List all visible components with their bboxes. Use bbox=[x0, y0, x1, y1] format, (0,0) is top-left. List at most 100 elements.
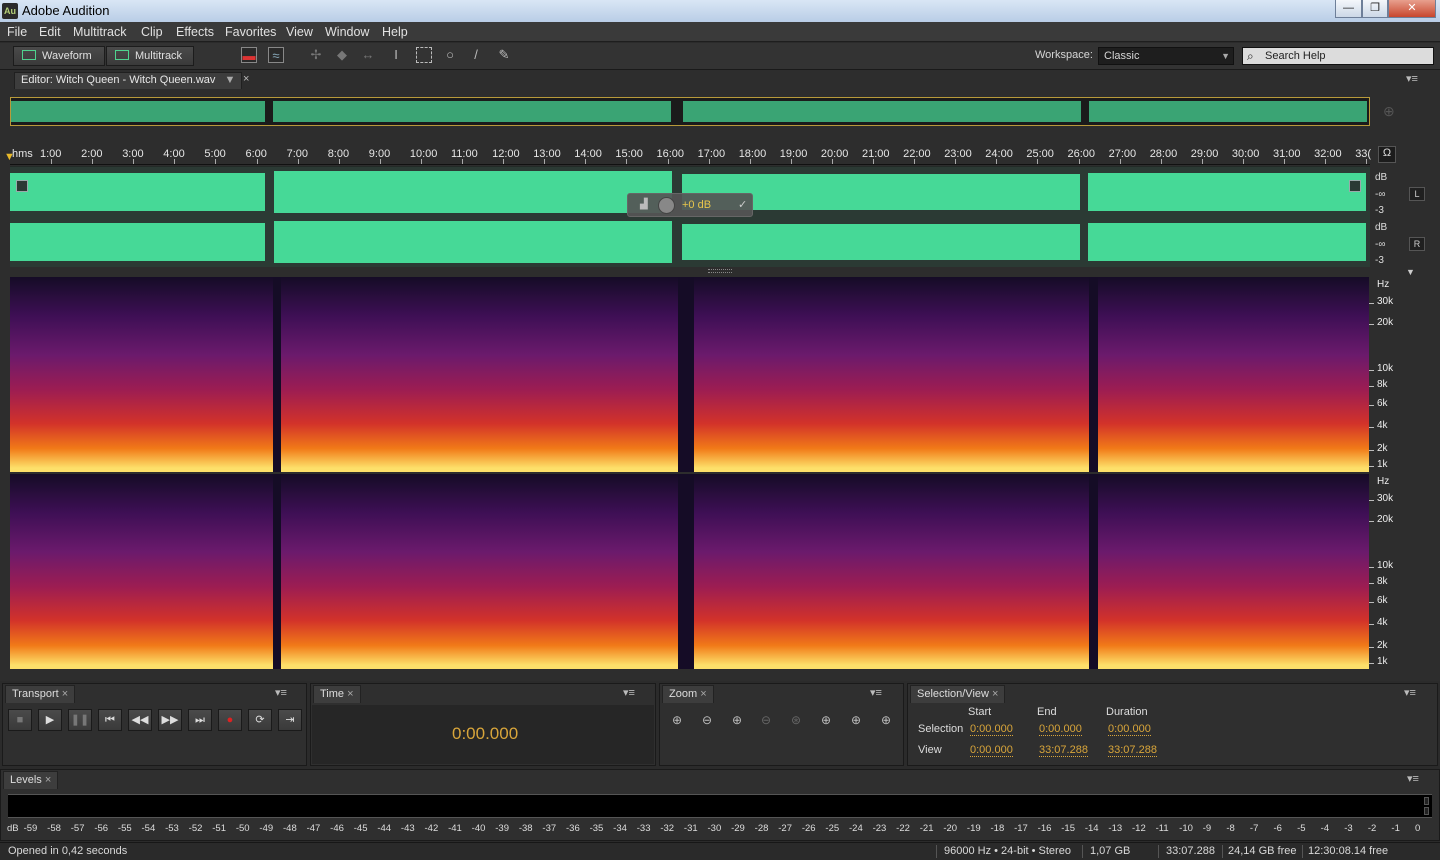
status-separator bbox=[1082, 845, 1083, 858]
pitch-display-icon[interactable]: ≈ bbox=[268, 47, 284, 63]
zoom-in-time-icon[interactable]: ⊕ bbox=[726, 709, 748, 731]
fade-out-handle[interactable] bbox=[1349, 180, 1361, 192]
hz-tick bbox=[1369, 427, 1374, 428]
brush-tool-icon[interactable]: / bbox=[468, 47, 484, 63]
lasso-tool-icon[interactable]: ○ bbox=[442, 47, 458, 63]
menu-file[interactable]: File bbox=[7, 25, 27, 39]
go-to-end-button[interactable]: ⏭ bbox=[188, 709, 212, 731]
zoom-out-time-icon[interactable]: ⊖ bbox=[755, 709, 777, 731]
play-button[interactable]: ▶ bbox=[38, 709, 62, 731]
menu-edit[interactable]: Edit bbox=[39, 25, 61, 39]
close-icon[interactable]: × bbox=[243, 73, 249, 85]
menu-help[interactable]: Help bbox=[382, 25, 408, 39]
splitter-handle[interactable] bbox=[708, 269, 732, 273]
clip-indicator-right[interactable] bbox=[1424, 807, 1429, 815]
menu-effects[interactable]: Effects bbox=[176, 25, 214, 39]
zoom-navigator-icon[interactable]: ⊕ bbox=[1383, 103, 1395, 120]
spot-healing-tool-icon[interactable]: ✎ bbox=[496, 47, 512, 63]
selection-end-field[interactable]: 0:00.000 bbox=[1039, 723, 1082, 736]
zoom-tab[interactable]: Zoom × bbox=[662, 685, 714, 703]
stop-button[interactable]: ■ bbox=[8, 709, 32, 731]
slip-tool-icon[interactable]: ↔ bbox=[360, 47, 376, 63]
panel-menu-icon[interactable]: ▾≡ bbox=[1406, 72, 1418, 85]
volume-knob[interactable] bbox=[658, 197, 675, 214]
ruler-tick-mark bbox=[1160, 159, 1162, 164]
panel-menu-icon[interactable]: ▾≡ bbox=[870, 686, 882, 699]
time-tab[interactable]: Time × bbox=[313, 685, 361, 703]
right-channel-toggle[interactable]: R bbox=[1409, 237, 1425, 251]
view-end-field[interactable]: 33:07.288 bbox=[1039, 744, 1088, 757]
search-help-input[interactable]: ⌕ Search Help bbox=[1242, 47, 1434, 65]
multitrack-view-button[interactable]: Multitrack bbox=[106, 46, 194, 66]
selection-duration-field[interactable]: 0:00.000 bbox=[1108, 723, 1151, 736]
overview-navigator[interactable] bbox=[10, 97, 1370, 126]
selection-view-tab[interactable]: Selection/View × bbox=[910, 685, 1006, 703]
panel-menu-icon[interactable]: ▾≡ bbox=[623, 686, 635, 699]
chevron-down-icon[interactable]: ▼ bbox=[1406, 267, 1415, 277]
pin-icon[interactable]: ✓ bbox=[738, 198, 747, 211]
workspace-select[interactable]: Classic ▼ bbox=[1098, 47, 1234, 65]
selection-start-field[interactable]: 0:00.000 bbox=[970, 723, 1013, 736]
panel-menu-icon[interactable]: ▾≡ bbox=[1404, 686, 1416, 699]
menu-favorites[interactable]: Favorites bbox=[225, 25, 276, 39]
ruler-tick-mark bbox=[585, 159, 587, 164]
level-scale-label: -51 bbox=[212, 823, 226, 834]
record-button[interactable]: ● bbox=[218, 709, 242, 731]
ruler-tick-mark bbox=[215, 159, 217, 164]
zoom-out-full-icon[interactable]: ⊛ bbox=[785, 709, 807, 731]
menu-multitrack[interactable]: Multitrack bbox=[73, 25, 126, 39]
level-scale-label: -40 bbox=[471, 823, 486, 834]
razor-tool-icon[interactable]: ◆ bbox=[334, 47, 350, 63]
hz-label: 6k bbox=[1377, 398, 1388, 409]
move-tool-icon[interactable]: ✢ bbox=[308, 47, 324, 63]
right-channel[interactable] bbox=[10, 217, 1370, 267]
ruler-tick-mark bbox=[420, 159, 422, 164]
zoom-in-point-icon[interactable]: ⊕ bbox=[845, 709, 867, 731]
menu-window[interactable]: Window bbox=[325, 25, 369, 39]
headphones-icon[interactable]: Ω bbox=[1378, 146, 1396, 163]
rewind-button[interactable]: ◀◀ bbox=[128, 709, 152, 731]
time-ruler[interactable]: hms 1:00 2:00 3:00 4:00 5:00 6:00 7:00 8:00 9:00… bbox=[10, 145, 1372, 165]
transport-tab[interactable]: Transport × bbox=[5, 685, 76, 703]
close-button[interactable]: ✕ bbox=[1388, 0, 1436, 18]
levels-tab[interactable]: Levels × bbox=[3, 771, 59, 789]
go-to-start-button[interactable]: ⏮ bbox=[98, 709, 122, 731]
maximize-button[interactable]: ❐ bbox=[1362, 0, 1388, 18]
zoom-out-amplitude-icon[interactable]: ⊖ bbox=[696, 709, 718, 731]
zoom-selection-icon[interactable]: ⊕ bbox=[815, 709, 837, 731]
left-channel-toggle[interactable]: L bbox=[1409, 187, 1425, 201]
ruler-tick-mark bbox=[1242, 159, 1244, 164]
right-waveform bbox=[10, 221, 1366, 263]
minimize-button[interactable]: — bbox=[1335, 0, 1362, 18]
ruler-tick-mark bbox=[297, 159, 299, 164]
loop-button[interactable]: ⟳ bbox=[248, 709, 272, 731]
spectral-display-icon[interactable]: ▬ bbox=[241, 47, 257, 63]
editor-tab[interactable]: Editor: Witch Queen - Witch Queen.wav ▼ bbox=[14, 72, 243, 89]
waveform-view-button[interactable]: Waveform bbox=[13, 46, 105, 66]
playhead-icon[interactable]: ▼ bbox=[4, 151, 15, 163]
chevron-down-icon[interactable]: ▼ bbox=[224, 74, 235, 86]
clip-indicator-left[interactable] bbox=[1424, 797, 1429, 805]
hz-tick bbox=[1369, 583, 1374, 584]
view-duration-field[interactable]: 33:07.288 bbox=[1108, 744, 1157, 757]
zoom-out-point-icon[interactable]: ⊕ bbox=[875, 709, 897, 731]
zoom-in-amplitude-icon[interactable]: ⊕ bbox=[666, 709, 688, 731]
skip-button[interactable]: ⇥ bbox=[278, 709, 302, 731]
hz-tick bbox=[1369, 500, 1374, 501]
menu-clip[interactable]: Clip bbox=[141, 25, 163, 39]
hz-label: 6k bbox=[1377, 595, 1388, 606]
pause-button[interactable]: ❚❚ bbox=[68, 709, 92, 731]
time-selection-tool-icon[interactable]: I bbox=[388, 47, 404, 63]
fade-in-handle[interactable] bbox=[16, 180, 28, 192]
panel-menu-icon[interactable]: ▾≡ bbox=[1407, 772, 1419, 785]
level-scale-label: -49 bbox=[259, 823, 274, 834]
level-scale-label: -56 bbox=[94, 823, 109, 834]
view-start-field[interactable]: 0:00.000 bbox=[970, 744, 1013, 757]
fast-forward-button[interactable]: ▶▶ bbox=[158, 709, 182, 731]
ruler-tick-label: 33( bbox=[1355, 148, 1372, 160]
hud-volume-control[interactable]: ▟ +0 dB ✓ bbox=[627, 193, 753, 217]
panel-menu-icon[interactable]: ▾≡ bbox=[275, 686, 287, 699]
marquee-tool-icon[interactable] bbox=[416, 47, 432, 63]
menu-view[interactable]: View bbox=[286, 25, 313, 39]
hz-tick bbox=[1369, 663, 1374, 664]
